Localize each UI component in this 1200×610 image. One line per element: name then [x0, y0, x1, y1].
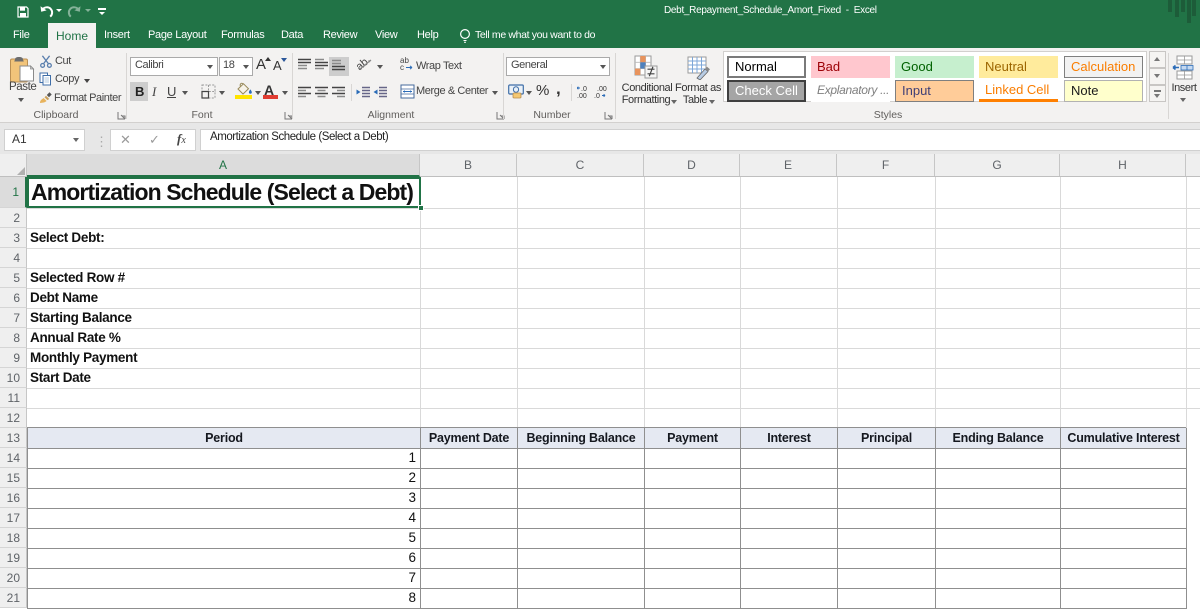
svg-text:.00: .00 [597, 86, 607, 93]
svg-text:.0: .0 [594, 93, 600, 99]
svg-text:.00: .00 [577, 93, 587, 99]
svg-text:ab: ab [357, 56, 371, 72]
svg-text:.0: .0 [581, 86, 587, 93]
svg-text:c: c [400, 63, 404, 71]
